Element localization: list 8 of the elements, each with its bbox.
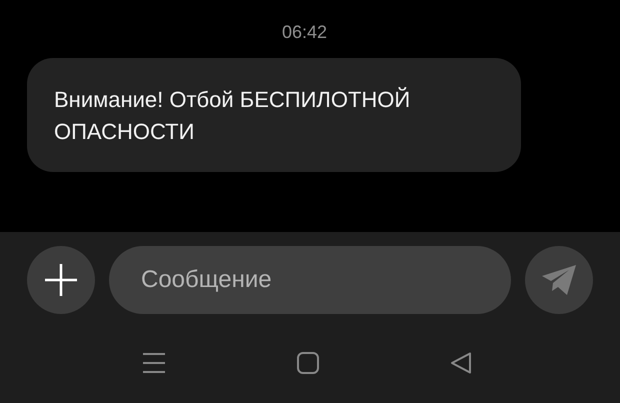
message-field[interactable]: Сообщение	[109, 246, 511, 314]
message-text: Внимание! Отбой БЕСПИЛОТНОЙ ОПАСНОСТИ	[54, 86, 412, 146]
square-icon[interactable]	[297, 352, 319, 374]
plus-icon	[44, 263, 78, 297]
message-time: 06:42	[282, 21, 328, 44]
back-icon[interactable]	[450, 352, 472, 374]
paper-plane-icon	[541, 264, 577, 296]
menu-icon[interactable]	[142, 352, 166, 374]
